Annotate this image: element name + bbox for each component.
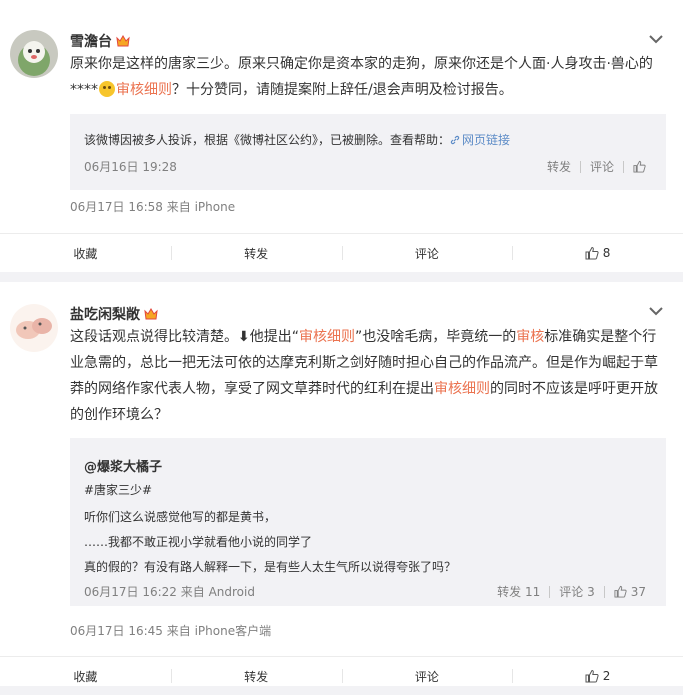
repost-button[interactable]: 转发	[170, 234, 342, 272]
quote-repost-button[interactable]: 转发 11	[497, 583, 540, 600]
smile-emoji-icon	[99, 81, 115, 97]
repost-button[interactable]: 转发	[170, 657, 342, 695]
vip-crown-icon	[116, 35, 130, 47]
action-bar: 收藏 转发 评论 8	[0, 233, 683, 272]
post-meta[interactable]: 06月17日 16:58 来自 iPhone	[70, 198, 235, 215]
thumbs-up-icon	[585, 246, 599, 260]
quote-repost-button[interactable]: 转发	[547, 158, 571, 175]
topic-tag[interactable]: #唐家三少#	[84, 481, 152, 498]
favorite-button[interactable]: 收藏	[0, 234, 171, 272]
deleted-notice: 该微博因被多人投诉，根据《微博社区公约》，已被删除。查看帮助： 网页链接	[84, 133, 511, 147]
quote-text-line: ……我都不敢正视小学就看他小说的同学了	[84, 535, 313, 549]
avatar[interactable]	[10, 30, 58, 78]
post-text: 这段话观点说得比较清楚。⬇他提出“审核细则”也没啥毛病，毕竟统一的审核标准确实是…	[70, 329, 658, 423]
chevron-down-icon[interactable]	[647, 30, 665, 48]
arrow-down-icon: ⬇	[238, 329, 250, 345]
help-link[interactable]: 网页链接	[450, 133, 510, 147]
username-text[interactable]: 雪澹台	[70, 31, 112, 51]
quote-text-line: 听你们这么说感觉他写的都是黄书，	[84, 510, 277, 524]
favorite-button[interactable]: 收藏	[0, 657, 171, 695]
avatar[interactable]	[10, 304, 58, 352]
deleted-quote-box: 该微博因被多人投诉，根据《微博社区公约》，已被删除。查看帮助： 网页链接 06月1…	[70, 114, 666, 190]
quote-actions: 转发 11 评论 3 37	[497, 583, 646, 600]
like-count: 2	[602, 669, 611, 683]
like-button[interactable]: 8	[512, 234, 683, 272]
vip-crown-icon	[144, 308, 158, 320]
like-button[interactable]: 2	[512, 657, 683, 695]
weibo-post-card: 盐吃闲梨敞 这段话观点说得比较清楚。⬇他提出“审核细则”也没啥毛病，毕竟统一的审…	[0, 282, 683, 686]
comment-button[interactable]: 评论	[341, 234, 513, 272]
action-bar: 收藏 转发 评论 2	[0, 656, 683, 695]
highlight-keyword[interactable]: 审核	[516, 329, 544, 345]
post-text: 原来你是这样的唐家三少。原来只确定你是资本家的走狗，原来你还是个人面·人身攻击·…	[70, 56, 653, 98]
link-icon	[450, 135, 460, 145]
weibo-post-card: 雪澹台 原来你是这样的唐家三少。原来只确定你是资本家的走狗，原来你还是个人面·人…	[0, 0, 683, 272]
quote-date[interactable]: 06月16日 19:28	[84, 158, 177, 175]
thumbs-up-icon	[585, 669, 599, 683]
quote-comment-button[interactable]: 评论	[590, 158, 614, 175]
chevron-down-icon[interactable]	[647, 302, 665, 320]
thumbs-up-icon[interactable]	[614, 585, 627, 598]
quote-actions: 转发 评论	[547, 158, 646, 175]
quote-comment-button[interactable]: 评论 3	[559, 583, 594, 600]
username-text[interactable]: 盐吃闲梨敞	[70, 304, 140, 324]
comment-button[interactable]: 评论	[341, 657, 513, 695]
username[interactable]: 雪澹台	[70, 31, 130, 51]
quote-text-line: 真的假的？有没有路人解释一下，是有些人太生气所以说得夸张了吗？	[84, 560, 457, 574]
highlight-keyword[interactable]: 审核细则	[434, 381, 490, 397]
retweet-quote-box: @爆浆大橘子 #唐家三少# 听你们这么说感觉他写的都是黄书， ……我都不敢正视小…	[70, 438, 666, 606]
highlight-keyword[interactable]: 审核细则	[299, 329, 355, 345]
quote-meta[interactable]: 06月17日 16:22 来自 Android	[84, 583, 255, 600]
quote-username[interactable]: @爆浆大橘子	[84, 456, 162, 475]
quote-like-count: 37	[630, 584, 646, 599]
highlight-keyword[interactable]: 审核细则	[116, 82, 172, 98]
username[interactable]: 盐吃闲梨敞	[70, 304, 158, 324]
thumbs-up-icon[interactable]	[633, 160, 646, 173]
post-meta[interactable]: 06月17日 16:45 来自 iPhone客户端	[70, 622, 271, 639]
like-count: 8	[602, 246, 611, 260]
